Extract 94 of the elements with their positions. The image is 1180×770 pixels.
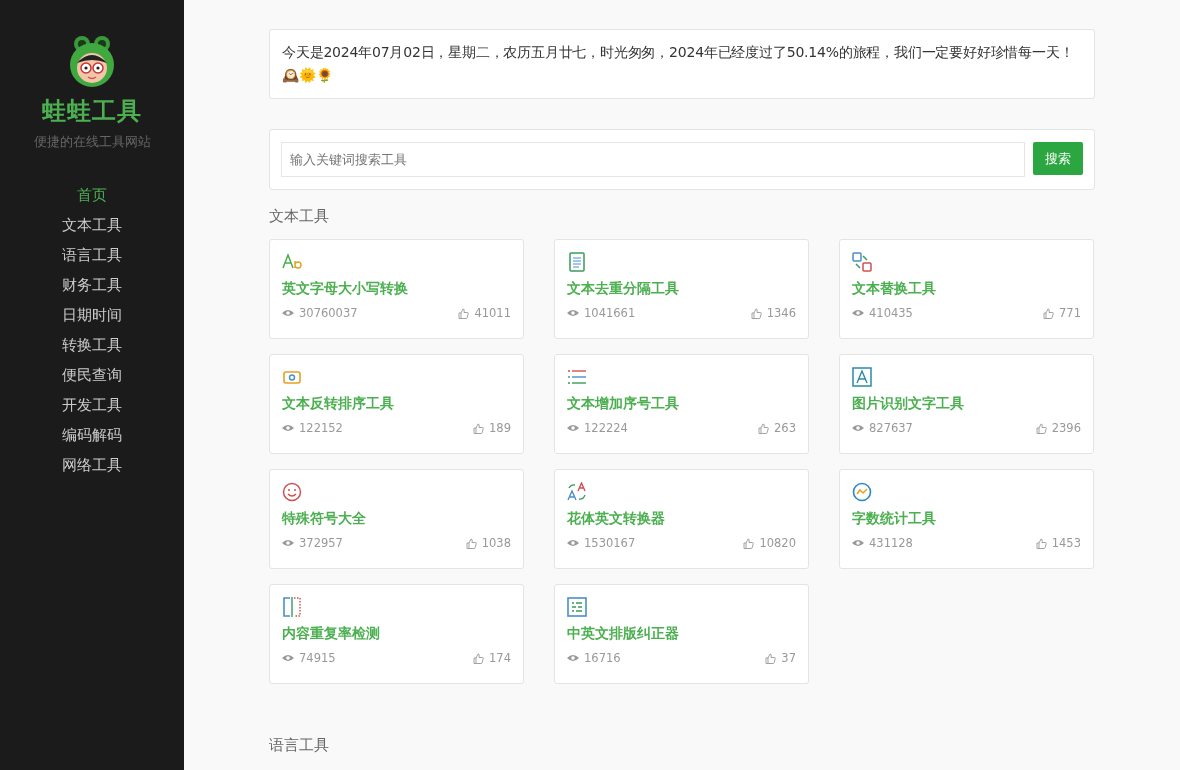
tool-name: 中英文排版纠正器	[567, 624, 680, 643]
tool-name: 英文字母大小写转换	[282, 279, 409, 298]
thumbs-up-icon	[743, 537, 755, 549]
tool-name: 花体英文转换器	[567, 509, 666, 528]
like-count: 37	[781, 651, 796, 665]
tool-card[interactable]: 文本增加序号工具 122224 263	[554, 354, 809, 454]
site-title: 蛙蛙工具	[42, 96, 142, 127]
thumbs-up-icon	[750, 307, 762, 319]
view-count: 74915	[299, 651, 336, 665]
eye-icon	[852, 539, 864, 547]
like-count: 1038	[481, 536, 511, 550]
list-icon	[567, 367, 587, 387]
eye-icon	[282, 654, 294, 662]
eye-icon	[282, 424, 294, 432]
view-count: 1041661	[584, 306, 636, 320]
view-count: 16716	[584, 651, 621, 665]
nav-link[interactable]: 编码解码	[62, 425, 122, 445]
thumbs-up-icon	[473, 652, 485, 664]
tool-name: 特殊符号大全	[282, 509, 367, 528]
eye-icon	[852, 309, 864, 317]
like-count: 41011	[474, 306, 511, 320]
thumbs-up-icon	[1035, 422, 1047, 434]
view-count: 122224	[584, 421, 628, 435]
tool-card[interactable]: 特殊符号大全 372957 1038	[269, 469, 524, 569]
eye-icon	[567, 539, 579, 547]
tool-card[interactable]: 图片识别文字工具 827637 2396	[839, 354, 1094, 454]
tool-card[interactable]: 文本反转排序工具 122152 189	[269, 354, 524, 454]
date-notice: 今天是2024年07月02日，星期二，农历五月廿七，时光匆匆，2024年已经度过了50.14%的旅程，我们一定要好好珍惜每一天！🕰🌞🌻	[269, 29, 1095, 99]
document-icon	[567, 252, 587, 272]
nav-link[interactable]: 网络工具	[62, 455, 122, 475]
eye-icon	[567, 309, 579, 317]
section-heading: 文本工具	[269, 207, 330, 226]
tool-card[interactable]: 英文字母大小写转换 30760037 41011	[269, 239, 524, 339]
tool-card[interactable]: 花体英文转换器 1530167 10820	[554, 469, 809, 569]
compare-icon	[282, 597, 302, 617]
search-field[interactable]: 输入关键词搜索工具	[281, 142, 1025, 177]
section-heading: 语言工具	[269, 736, 330, 755]
tool-name: 文本增加序号工具	[567, 394, 680, 413]
like-count: 263	[774, 421, 796, 435]
tool-name: 内容重复率检测	[282, 624, 381, 643]
tool-card[interactable]: 文本替换工具 410435 771	[839, 239, 1094, 339]
nav-link[interactable]: 财务工具	[62, 275, 122, 295]
thumbs-up-icon	[765, 652, 777, 664]
like-count: 771	[1059, 306, 1081, 320]
like-count: 189	[489, 421, 511, 435]
font-style-icon	[567, 482, 587, 502]
tool-name: 图片识别文字工具	[852, 394, 965, 413]
view-count: 827637	[869, 421, 913, 435]
smiley-icon	[282, 482, 302, 502]
view-count: 30760037	[299, 306, 358, 320]
view-count: 372957	[299, 536, 343, 550]
letter-case-icon	[282, 252, 302, 272]
eye-icon	[567, 654, 579, 662]
tool-card[interactable]: 内容重复率检测 74915 174	[269, 584, 524, 684]
thumbs-up-icon	[458, 307, 470, 319]
thumbs-up-icon	[1035, 537, 1047, 549]
tool-card[interactable]: 中英文排版纠正器 16716 37	[554, 584, 809, 684]
nav-link[interactable]: 首页	[77, 185, 107, 205]
chart-circle-icon	[852, 482, 872, 502]
eye-icon	[567, 424, 579, 432]
search-button[interactable]: 搜索	[1033, 142, 1083, 175]
like-count: 1346	[766, 306, 796, 320]
eye-icon	[852, 424, 864, 432]
like-count: 174	[489, 651, 511, 665]
layout-icon	[567, 597, 587, 617]
frog-logo-icon	[67, 35, 117, 87]
tool-name: 字数统计工具	[852, 509, 937, 528]
nav-link[interactable]: 便民查询	[62, 365, 122, 385]
text-image-icon	[852, 367, 872, 387]
nav-link[interactable]: 文本工具	[62, 215, 122, 235]
like-count: 10820	[759, 536, 796, 550]
tool-name: 文本反转排序工具	[282, 394, 395, 413]
site-subtitle: 便捷的在线工具网站	[33, 133, 151, 151]
tool-name: 文本去重分隔工具	[567, 279, 680, 298]
view-count: 122152	[299, 421, 343, 435]
nav-link[interactable]: 转换工具	[62, 335, 122, 355]
thumbs-up-icon	[1043, 307, 1055, 319]
thumbs-up-icon	[465, 537, 477, 549]
eye-icon	[282, 309, 294, 317]
view-count: 1530167	[584, 536, 636, 550]
tool-name: 文本替换工具	[852, 279, 937, 298]
tool-card[interactable]: 字数统计工具 431128 1453	[839, 469, 1094, 569]
nav-link[interactable]: 日期时间	[62, 305, 122, 325]
view-count: 431128	[869, 536, 913, 550]
view-count: 410435	[869, 306, 913, 320]
eye-icon	[282, 539, 294, 547]
like-count: 1453	[1051, 536, 1081, 550]
like-count: 2396	[1051, 421, 1081, 435]
thumbs-up-icon	[473, 422, 485, 434]
thumbs-up-icon	[758, 422, 770, 434]
swap-icon	[852, 252, 872, 272]
nav-link[interactable]: 语言工具	[62, 245, 122, 265]
tool-card[interactable]: 文本去重分隔工具 1041661 1346	[554, 239, 809, 339]
nav-link[interactable]: 开发工具	[62, 395, 122, 415]
